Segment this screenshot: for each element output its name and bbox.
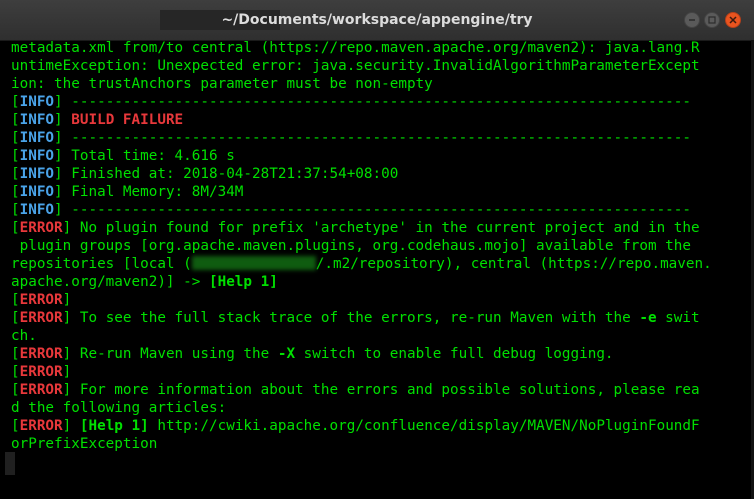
error-tag: ERROR (19, 220, 63, 236)
terminal-line: [INFO] ---------------------------------… (11, 201, 751, 219)
bold-text: [Help 1] (79, 418, 149, 434)
terminal-line: ion: the trustAnchors parameter must be … (11, 75, 751, 93)
minimize-button[interactable] (684, 12, 700, 28)
output-text: ion: the trustAnchors parameter must be … (11, 76, 433, 92)
close-button[interactable] (725, 12, 741, 28)
log-bracket: [ (11, 202, 20, 218)
output-text: ] Final Memory: 8M/34M (54, 184, 244, 200)
terminal-line: [ERROR] To see the full stack trace of t… (11, 309, 751, 327)
bold-text: -X (277, 346, 296, 362)
output-text: ] Total time: 4.616 s (54, 148, 235, 164)
output-text: ] To see the full stack trace of the err… (62, 310, 640, 326)
terminal-window: ~/Documents/workspace/appengine/try meta… (0, 0, 754, 499)
log-bracket: [ (11, 166, 20, 182)
bold-text: -e (639, 310, 657, 326)
close-icon (729, 16, 737, 24)
terminal-line: [INFO] ---------------------------------… (11, 93, 751, 111)
output-text: ] For more information about the errors … (62, 382, 700, 398)
output-text: ] (62, 292, 72, 308)
log-bracket: [ (11, 130, 20, 146)
log-bracket: [ (11, 184, 20, 200)
terminal-cursor (5, 452, 15, 475)
output-text: d the following articles: (11, 400, 227, 416)
output-text: ] --------------------------------------… (54, 202, 691, 218)
maximize-button[interactable] (704, 12, 720, 28)
terminal-line: [INFO] Finished at: 2018-04-28T21:37:54+… (11, 165, 751, 183)
terminal-line: [INFO] BUILD FAILURE (11, 111, 751, 129)
info-tag: INFO (19, 130, 55, 146)
log-bracket: [ (11, 364, 20, 380)
redacted-path (191, 256, 316, 270)
maximize-icon (708, 16, 716, 24)
error-tag: ERROR (19, 418, 63, 434)
error-tag: ERROR (19, 346, 63, 362)
error-tag: ERROR (19, 382, 63, 398)
output-text: ] Finished at: 2018-04-28T21:37:54+08:00 (54, 166, 399, 182)
terminal-line: orPrefixException (11, 435, 751, 453)
output-text: ] Re-run Maven using the (62, 346, 278, 362)
error-tag: ERROR (19, 292, 63, 308)
log-bracket: [ (11, 310, 20, 326)
terminal-line: [INFO] ---------------------------------… (11, 129, 751, 147)
output-text: ] --------------------------------------… (54, 94, 691, 110)
terminal-line: [ERROR] [Help 1] http://cwiki.apache.org… (11, 417, 751, 435)
output-text: switch to enable full debug logging. (295, 346, 614, 362)
build-failure-text: BUILD FAILURE (71, 112, 184, 128)
terminal-line: [ERROR] Re-run Maven using the -X switch… (11, 345, 751, 363)
output-text: metadata.xml from/to central (https://re… (11, 40, 700, 56)
output-text: ] (62, 418, 80, 434)
output-text: swit (656, 310, 700, 326)
output-text: /.m2/repository), central (https://repo.… (315, 256, 712, 272)
output-text: ] --------------------------------------… (54, 130, 691, 146)
terminal-line: ch. (11, 327, 751, 345)
minimize-icon (688, 16, 696, 24)
terminal-line: metadata.xml from/to central (https://re… (11, 39, 751, 57)
window-title: ~/Documents/workspace/appengine/try (221, 12, 533, 28)
title-bar[interactable]: ~/Documents/workspace/appengine/try (0, 0, 754, 41)
terminal-line: d the following articles: (11, 399, 751, 417)
log-bracket: [ (11, 94, 20, 110)
log-bracket: [ (11, 382, 20, 398)
log-bracket: [ (11, 418, 20, 434)
terminal-line: plugin groups [org.apache.maven.plugins,… (11, 237, 751, 255)
output-text: orPrefixException (11, 436, 158, 452)
output-text: repositories [local ( (11, 256, 192, 272)
terminal-line: [ERROR] (11, 291, 751, 309)
output-text: ch. (11, 328, 37, 344)
info-tag: INFO (19, 94, 55, 110)
terminal-line: [ERROR] (11, 363, 751, 381)
info-tag: INFO (19, 184, 55, 200)
output-text: untimeException: Unexpected error: java.… (11, 58, 700, 74)
log-bracket: [ (11, 292, 20, 308)
error-tag: ERROR (19, 310, 63, 326)
error-tag: ERROR (19, 364, 63, 380)
info-tag: INFO (19, 148, 55, 164)
terminal-line: untimeException: Unexpected error: java.… (11, 57, 751, 75)
terminal-line: [ERROR] No plugin found for prefix 'arch… (11, 219, 751, 237)
output-text: ] (54, 112, 72, 128)
output-text: ] (62, 364, 72, 380)
output-text: apache.org/maven2)] -> (11, 274, 209, 290)
terminal-output[interactable]: metadata.xml from/to central (https://re… (11, 39, 751, 453)
info-tag: INFO (19, 202, 55, 218)
terminal-line: [ERROR] For more information about the e… (11, 381, 751, 399)
terminal-line: [INFO] Final Memory: 8M/34M (11, 183, 751, 201)
terminal-line: [INFO] Total time: 4.616 s (11, 147, 751, 165)
output-text: http://cwiki.apache.org/confluence/displ… (148, 418, 700, 434)
log-bracket: [ (11, 346, 20, 362)
terminal-line: repositories [local ( /.m2/repository), c… (11, 255, 751, 273)
log-bracket: [ (11, 148, 20, 164)
terminal-line: apache.org/maven2)] -> [Help 1] (11, 273, 751, 291)
bold-text: [Help 1] (208, 274, 278, 290)
info-tag: INFO (19, 166, 55, 182)
output-text: ] No plugin found for prefix 'archetype'… (62, 220, 700, 236)
output-text: plugin groups [org.apache.maven.plugins,… (11, 238, 691, 254)
log-bracket: [ (11, 220, 20, 236)
info-tag: INFO (19, 112, 55, 128)
log-bracket: [ (11, 112, 20, 128)
